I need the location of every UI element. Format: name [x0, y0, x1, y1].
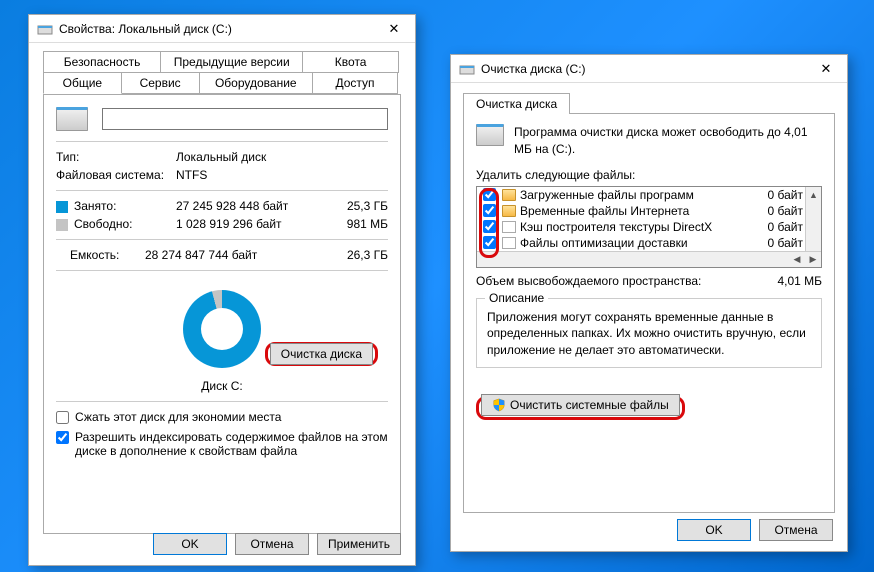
ok-button[interactable]: OK	[153, 533, 227, 555]
index-checkbox[interactable]	[56, 431, 69, 444]
drive-label-input[interactable]	[102, 108, 388, 130]
tab-sharing[interactable]: Доступ	[312, 72, 398, 94]
folder-icon	[502, 189, 516, 201]
file-checkbox[interactable]	[483, 188, 496, 201]
tab-hardware[interactable]: Оборудование	[199, 72, 314, 94]
compress-label: Сжать этот диск для экономии места	[75, 410, 281, 424]
file-checkbox[interactable]	[483, 220, 496, 233]
file-icon	[502, 237, 516, 249]
free-gb: 981 МБ	[328, 217, 388, 231]
vertical-scrollbar[interactable]: ▲	[805, 187, 821, 251]
file-list-item[interactable]: Временные файлы Интернета0 байт	[477, 203, 821, 219]
file-icon	[502, 221, 516, 233]
folder-icon	[502, 205, 516, 217]
tab-row-1: Безопасность Предыдущие версии Квота	[43, 51, 401, 72]
info-text: Программа очистки диска может освободить…	[514, 124, 822, 158]
drive-info-icon	[476, 124, 504, 146]
window-title: Очистка диска (C:)	[481, 62, 809, 76]
close-button[interactable]: ✕	[809, 56, 843, 82]
properties-window: Свойства: Локальный диск (C:) ✕ Безопасн…	[28, 14, 416, 566]
capacity-gb: 26,3 ГБ	[328, 248, 388, 262]
disk-cleanup-button[interactable]: Очистка диска	[270, 343, 373, 365]
file-list-item[interactable]: Файлы оптимизации доставки0 байт	[477, 235, 821, 251]
tab-row-2: Общие Сервис Оборудование Доступ	[43, 72, 401, 94]
tab-tools[interactable]: Сервис	[121, 72, 200, 94]
cancel-button[interactable]: Отмена	[759, 519, 833, 541]
drive-icon	[37, 21, 53, 37]
tab-cleanup[interactable]: Очистка диска	[463, 93, 570, 114]
index-label: Разрешить индексировать содержимое файло…	[75, 430, 388, 458]
cancel-button[interactable]: Отмена	[235, 533, 309, 555]
scroll-left-arrow[interactable]: ◀	[789, 252, 805, 267]
apply-button[interactable]: Применить	[317, 533, 401, 555]
fs-value: NTFS	[176, 168, 388, 182]
disk-caption: Диск C:	[56, 379, 388, 393]
horizontal-scrollbar[interactable]: ◀▶	[477, 251, 821, 267]
description-title: Описание	[485, 291, 548, 305]
capacity-label: Емкость:	[70, 248, 145, 262]
disk-cleanup-window: Очистка диска (C:) ✕ Очистка диска Прогр…	[450, 54, 848, 552]
tab-security[interactable]: Безопасность	[43, 51, 161, 73]
highlight-annotation: Очистить системные файлы	[476, 396, 685, 420]
used-label: Занято:	[74, 199, 116, 213]
freed-value: 4,01 МБ	[777, 274, 822, 288]
drive-large-icon	[56, 107, 88, 131]
type-value: Локальный диск	[176, 150, 388, 164]
used-bytes: 27 245 928 448 байт	[176, 199, 328, 213]
file-list-item[interactable]: Загруженные файлы программ0 байт	[477, 187, 821, 203]
description-group: Описание Приложения могут сохранять врем…	[476, 298, 822, 368]
free-color-swatch	[56, 219, 68, 231]
tab-general[interactable]: Общие	[43, 72, 122, 94]
shield-icon	[492, 398, 506, 412]
file-checkbox[interactable]	[483, 204, 496, 217]
compress-checkbox[interactable]	[56, 411, 69, 424]
tab-quota[interactable]: Квота	[302, 51, 399, 73]
file-list-label: Удалить следующие файлы:	[476, 168, 822, 182]
titlebar[interactable]: Свойства: Локальный диск (C:) ✕	[29, 15, 415, 43]
clean-system-files-button[interactable]: Очистить системные файлы	[481, 394, 680, 416]
fs-label: Файловая система:	[56, 168, 176, 182]
type-label: Тип:	[56, 150, 176, 164]
titlebar[interactable]: Очистка диска (C:) ✕	[451, 55, 847, 83]
free-label: Свободно:	[74, 217, 133, 231]
file-list: Загруженные файлы программ0 байт Временн…	[476, 186, 822, 268]
scroll-up-arrow[interactable]: ▲	[806, 187, 821, 203]
tab-previous-versions[interactable]: Предыдущие версии	[160, 51, 303, 73]
usage-pie-chart	[183, 290, 261, 368]
tab-body-general: Тип:Локальный диск Файловая система:NTFS…	[43, 94, 401, 534]
freed-label: Объем высвобождаемого пространства:	[476, 274, 777, 288]
highlight-annotation: Очистка диска	[265, 342, 378, 366]
description-text: Приложения могут сохранять временные дан…	[487, 309, 811, 359]
file-list-item[interactable]: Кэш построителя текстуры DirectX0 байт	[477, 219, 821, 235]
scroll-right-arrow[interactable]: ▶	[805, 252, 821, 267]
file-checkbox[interactable]	[483, 236, 496, 249]
free-bytes: 1 028 919 296 байт	[176, 217, 328, 231]
ok-button[interactable]: OK	[677, 519, 751, 541]
window-title: Свойства: Локальный диск (C:)	[59, 22, 377, 36]
close-button[interactable]: ✕	[377, 16, 411, 42]
used-gb: 25,3 ГБ	[328, 199, 388, 213]
cleanup-icon	[459, 61, 475, 77]
cleanup-tab-body: Программа очистки диска может освободить…	[463, 113, 835, 513]
capacity-bytes: 28 274 847 744 байт	[145, 248, 328, 262]
used-color-swatch	[56, 201, 68, 213]
